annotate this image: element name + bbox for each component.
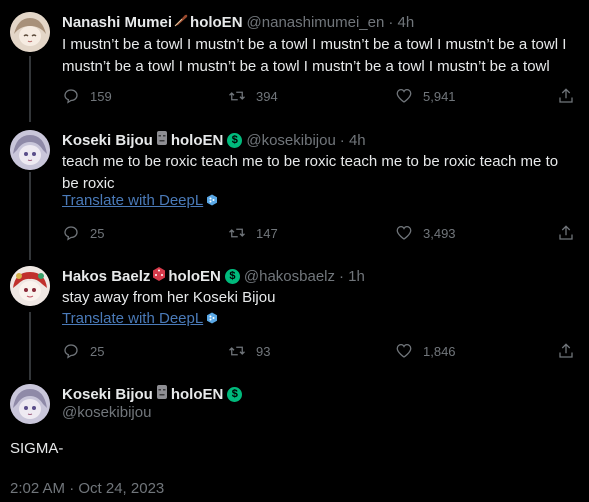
share-button[interactable] <box>557 87 585 105</box>
translate-link[interactable]: Translate with DeepL <box>62 191 218 211</box>
heart-icon <box>396 225 412 240</box>
tweet-actions: 25 93 1,846 <box>62 342 582 362</box>
like-count: 1,846 <box>423 343 456 359</box>
share-button[interactable] <box>557 224 585 242</box>
like-button[interactable]: 3,493 <box>395 224 456 242</box>
retweet-count: 147 <box>256 225 278 241</box>
translate-link[interactable]: Translate with DeepL <box>62 309 218 329</box>
tweet-time[interactable]: · 4h <box>340 132 366 149</box>
reply-button[interactable]: 159 <box>62 87 112 105</box>
deepl-icon <box>207 312 218 324</box>
tweet-mumei[interactable]: Nanashi Mumei holoEN @nanashimumei_en · … <box>0 0 589 122</box>
moai-icon <box>154 130 170 150</box>
org-name: holoEN <box>190 13 243 31</box>
user-handle[interactable]: @nanashimumei_en <box>247 14 385 31</box>
reply-count: 25 <box>90 225 105 241</box>
retweet-icon <box>229 346 245 356</box>
avatar[interactable] <box>10 384 50 424</box>
feather-icon <box>173 12 189 32</box>
retweet-button[interactable]: 394 <box>228 87 278 105</box>
org-name: holoEN <box>170 131 224 149</box>
share-icon <box>559 343 573 358</box>
heart-icon <box>396 343 412 358</box>
translate-label[interactable]: Translate with DeepL <box>62 192 203 209</box>
tweet-actions: 159 394 5,941 <box>62 87 582 107</box>
reply-icon <box>64 89 78 104</box>
tweet-text: teach me to be roxic teach me to be roxi… <box>62 153 559 192</box>
main-tweet-text: SIGMA- <box>10 440 64 457</box>
moai-icon <box>154 384 170 404</box>
reply-count: 25 <box>90 343 105 359</box>
tweet-baelz[interactable]: Hakos Baelz holoEN $ @hakosbaelz · 1h st… <box>0 262 589 382</box>
deepl-icon <box>207 194 218 206</box>
display-name[interactable]: Koseki Bijou <box>62 132 153 149</box>
tweet-header: Hakos Baelz holoEN $ @hakosbaelz · 1h <box>62 266 365 286</box>
like-button[interactable]: 5,941 <box>395 87 456 105</box>
user-handle[interactable]: @kosekibijou <box>246 132 335 149</box>
like-count: 5,941 <box>423 88 456 104</box>
tweet-time[interactable]: · 4h <box>388 14 414 31</box>
main-tweet-header: Koseki Bijou holoEN $ <box>62 384 246 404</box>
tweet-header: Koseki Bijou holoEN $ @kosekibijou · 4h <box>62 130 366 150</box>
avatar[interactable] <box>10 266 50 306</box>
retweet-icon <box>229 228 245 238</box>
tweet-text: stay away from her Koseki Bijou <box>62 289 276 306</box>
reply-icon <box>64 226 78 241</box>
reply-icon <box>64 344 78 359</box>
like-count: 3,493 <box>423 225 456 241</box>
verified-badge-icon: $ <box>224 268 240 284</box>
heart-icon <box>396 88 412 103</box>
display-name[interactable]: Nanashi Mumei <box>62 14 172 31</box>
display-name[interactable]: Hakos Baelz <box>62 268 150 285</box>
dice-icon <box>151 266 167 286</box>
org-name: holoEN <box>170 385 224 403</box>
reply-count: 159 <box>90 88 112 104</box>
share-icon <box>559 88 573 103</box>
retweet-count: 93 <box>256 343 271 359</box>
tweet-header: Nanashi Mumei holoEN @nanashimumei_en · … <box>62 12 414 32</box>
main-tweet-timestamp[interactable]: 2:02 AM · Oct 24, 2023 <box>10 480 164 497</box>
share-icon <box>559 225 573 240</box>
org-name: holoEN <box>168 267 221 285</box>
tweet-text: I mustn’t be a towl I mustn’t be a towl … <box>62 36 567 75</box>
retweet-icon <box>229 91 245 101</box>
reply-button[interactable]: 25 <box>62 224 104 242</box>
share-button[interactable] <box>557 342 585 360</box>
user-handle[interactable]: @hakosbaelz <box>244 268 335 285</box>
avatar[interactable] <box>10 130 50 170</box>
user-handle[interactable]: @kosekibijou <box>62 404 151 421</box>
translate-label[interactable]: Translate with DeepL <box>62 310 203 327</box>
avatar[interactable] <box>10 12 50 52</box>
display-name[interactable]: Koseki Bijou <box>62 386 153 403</box>
retweet-button[interactable]: 147 <box>228 224 278 242</box>
verified-badge-icon: $ <box>227 132 243 148</box>
reply-button[interactable]: 25 <box>62 342 104 360</box>
retweet-button[interactable]: 93 <box>228 342 270 360</box>
like-button[interactable]: 1,846 <box>395 342 456 360</box>
tweet-bijou[interactable]: Koseki Bijou holoEN $ @kosekibijou · 4h … <box>0 122 589 262</box>
tweet-actions: 25 147 3,493 <box>62 224 582 244</box>
retweet-count: 394 <box>256 88 278 104</box>
tweet-time[interactable]: · 1h <box>339 268 365 285</box>
verified-badge-icon: $ <box>227 386 243 402</box>
